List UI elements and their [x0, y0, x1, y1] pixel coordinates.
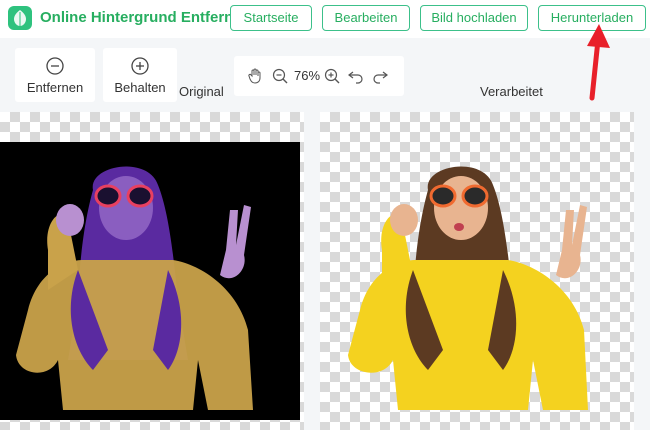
plus-circle-icon [131, 57, 149, 75]
app-logo-icon [8, 6, 32, 30]
minus-circle-icon [46, 57, 64, 75]
app-title: Online Hintergrund Entferner [40, 9, 248, 26]
original-column-label: Original [179, 84, 224, 99]
keep-tool-label: Behalten [114, 80, 166, 95]
zoom-level: 76% [294, 68, 321, 83]
original-photo-woman [16, 166, 253, 410]
top-header: Online Hintergrund Entferner Startseite … [0, 0, 650, 38]
zoom-in-icon[interactable] [324, 68, 340, 84]
redo-icon[interactable] [372, 68, 388, 84]
processed-column-label: Verarbeitet [480, 84, 543, 99]
processed-image-panel[interactable] [320, 112, 634, 430]
nav-bild-hochladen-button[interactable]: Bild hochladen [420, 5, 528, 31]
nav-startseite-button[interactable]: Startseite [230, 5, 312, 31]
nav-bearbeiten-button[interactable]: Bearbeiten [322, 5, 410, 31]
hand-icon[interactable] [248, 68, 263, 84]
processed-photo-woman [348, 166, 588, 410]
original-image-panel[interactable] [0, 112, 304, 430]
keep-tool-button[interactable]: Behalten [103, 48, 177, 102]
remove-tool-label: Entfernen [26, 80, 84, 95]
remove-tool-button[interactable]: Entfernen [15, 48, 95, 102]
zoom-toolbar: 76% [234, 56, 404, 96]
zoom-out-icon[interactable] [272, 68, 288, 84]
undo-icon[interactable] [348, 68, 364, 84]
red-arrow-annotation [587, 24, 610, 101]
